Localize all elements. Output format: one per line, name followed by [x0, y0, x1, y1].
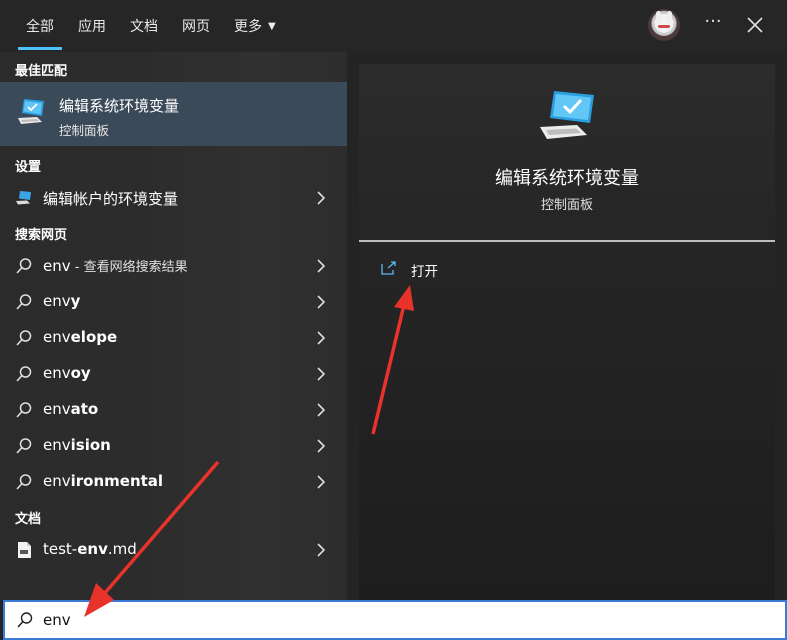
- web-result-query: env: [43, 257, 71, 275]
- web-result-label: environmental: [43, 472, 163, 490]
- best-match-title: 编辑系统环境变量: [59, 97, 180, 115]
- avatar[interactable]: [648, 9, 680, 41]
- web-result-prefix: env: [43, 436, 71, 454]
- web-result-completion: oy: [70, 364, 91, 382]
- chevron-right-icon[interactable]: [315, 366, 327, 382]
- open-action-button[interactable]: 打开: [381, 258, 501, 282]
- document-name-suffix: .md: [107, 540, 137, 558]
- search-icon: [16, 366, 32, 382]
- control-panel-monitor-icon: [18, 99, 44, 124]
- web-result-prefix: env: [43, 328, 71, 346]
- chevron-right-icon[interactable]: [315, 258, 327, 274]
- settings-monitor-icon: [16, 191, 31, 205]
- chevron-right-icon[interactable]: [315, 190, 327, 206]
- open-action-label: 打开: [411, 264, 438, 280]
- search-icon: [16, 474, 32, 490]
- settings-heading: 设置: [15, 160, 42, 175]
- tab-apps-label: 应用: [78, 19, 106, 35]
- tab-apps[interactable]: 应用: [66, 0, 118, 52]
- results-pane: 最佳匹配 编辑系统环境变量 控制面板 设置 编辑帐户的环境变量 搜索网页 env…: [0, 52, 347, 600]
- chevron-right-icon[interactable]: [315, 542, 327, 558]
- web-result-completion: y: [70, 292, 81, 310]
- settings-item-label: 编辑帐户的环境变量: [43, 190, 179, 208]
- filter-tabs: 全部 应用 文档 网页 更多 ▼: [14, 0, 288, 52]
- windows-search-window: 全部 应用 文档 网页 更多 ▼ ··· 最佳匹配 编辑系统环境变量 控制面板: [0, 0, 787, 640]
- preview-subtitle: 控制面板: [540, 198, 593, 213]
- tab-web-label: 网页: [182, 19, 210, 35]
- web-result-label: envy: [43, 292, 80, 310]
- web-result-item[interactable]: envato: [0, 392, 347, 428]
- web-result-label: envoy: [43, 364, 91, 382]
- web-result-item[interactable]: environmental: [0, 464, 347, 500]
- chevron-right-icon[interactable]: [315, 474, 327, 490]
- chevron-right-icon[interactable]: [315, 330, 327, 346]
- web-result-completion: elope: [70, 328, 118, 346]
- preview-pane: 编辑系统环境变量 控制面板 打开: [359, 64, 775, 600]
- web-result-item[interactable]: envy: [0, 284, 347, 320]
- web-result-item[interactable]: envoy: [0, 356, 347, 392]
- web-result-prefix: env: [43, 364, 71, 382]
- web-result-hint: - 查看网络搜索结果: [70, 260, 188, 275]
- settings-item-edit-user-env[interactable]: 编辑帐户的环境变量: [0, 180, 347, 216]
- tab-more-label: 更多: [234, 19, 262, 35]
- document-label: test-env.md: [43, 540, 137, 558]
- documents-heading: 文档: [15, 512, 42, 527]
- chevron-right-icon[interactable]: [315, 438, 327, 454]
- control-panel-monitor-icon: [540, 91, 594, 139]
- web-result-completion: ironmental: [70, 472, 164, 490]
- close-button[interactable]: [742, 12, 768, 38]
- document-name-prefix: test-: [43, 540, 78, 558]
- web-result-label: envato: [43, 400, 98, 418]
- tab-all[interactable]: 全部: [14, 0, 66, 52]
- preview-title: 编辑系统环境变量: [495, 168, 639, 189]
- search-icon: [16, 438, 32, 454]
- best-match-item[interactable]: 编辑系统环境变量 控制面板: [0, 82, 347, 146]
- search-icon: [16, 294, 32, 310]
- preview-divider: [359, 240, 775, 242]
- search-icon: [17, 612, 33, 628]
- search-web-heading: 搜索网页: [15, 228, 68, 243]
- tab-documents-label: 文档: [130, 19, 158, 35]
- web-result-prefix: env: [43, 400, 71, 418]
- web-result-label: envelope: [43, 328, 117, 346]
- web-result-item[interactable]: envelope: [0, 320, 347, 356]
- web-result-prefix: env: [43, 472, 71, 490]
- tab-documents[interactable]: 文档: [118, 0, 170, 52]
- web-result-label: env - 查看网络搜索结果: [43, 256, 188, 275]
- tab-more[interactable]: 更多 ▼: [222, 0, 288, 52]
- search-header: 全部 应用 文档 网页 更多 ▼ ···: [0, 0, 787, 52]
- search-icon: [16, 258, 32, 274]
- chevron-right-icon[interactable]: [315, 402, 327, 418]
- web-result-completion: ato: [70, 400, 99, 418]
- web-result-prefix: env: [43, 292, 71, 310]
- tab-all-label: 全部: [26, 19, 54, 35]
- search-input[interactable]: [43, 608, 743, 632]
- chevron-down-icon: ▼: [268, 20, 276, 32]
- web-result-item[interactable]: env - 查看网络搜索结果: [0, 248, 347, 284]
- web-result-label: envision: [43, 436, 111, 454]
- more-options-button[interactable]: ···: [701, 12, 725, 36]
- web-result-completion: ision: [70, 436, 111, 454]
- best-match-subtitle: 控制面板: [59, 123, 110, 138]
- document-item[interactable]: test-env.md: [0, 532, 347, 568]
- document-name-match: env: [77, 540, 108, 558]
- tab-web[interactable]: 网页: [170, 0, 222, 52]
- search-icon: [16, 330, 32, 346]
- best-match-heading: 最佳匹配: [15, 64, 68, 79]
- markdown-file-icon: [18, 542, 31, 558]
- search-box[interactable]: [3, 600, 787, 640]
- close-icon: [747, 17, 763, 33]
- open-external-icon: [381, 261, 396, 275]
- chevron-right-icon[interactable]: [315, 294, 327, 310]
- search-icon: [16, 402, 32, 418]
- web-result-item[interactable]: envision: [0, 428, 347, 464]
